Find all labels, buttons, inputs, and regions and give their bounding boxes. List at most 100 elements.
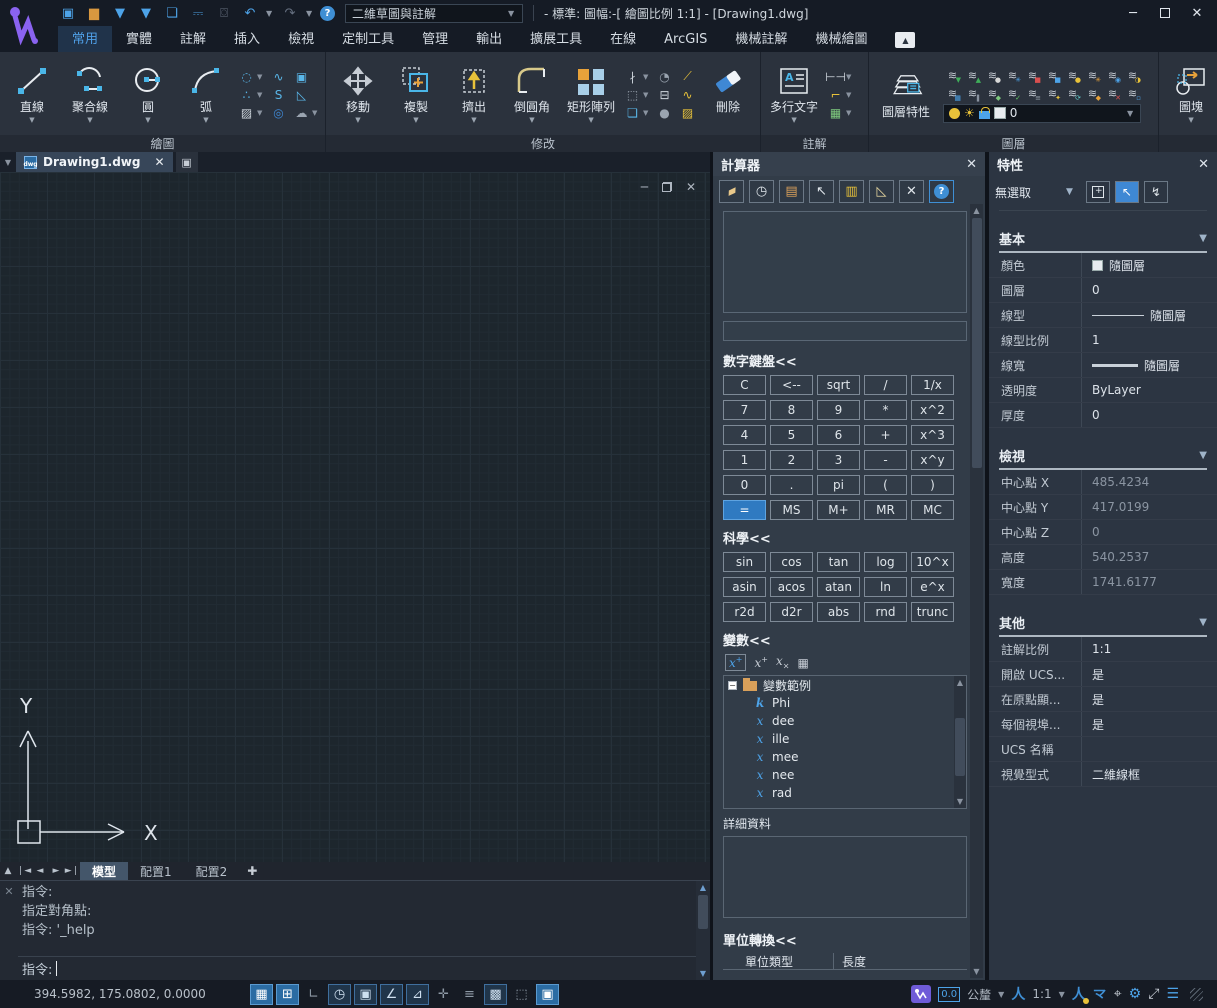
- calc-key-minus[interactable]: -: [864, 450, 907, 470]
- quick-select-button[interactable]: ↯: [1144, 181, 1168, 203]
- layer-tool-icon[interactable]: ≋✓: [1003, 85, 1022, 102]
- calc-key-1[interactable]: 1: [723, 450, 766, 470]
- open-folder-icon[interactable]: ▆: [84, 4, 104, 22]
- layer-tool-icon[interactable]: ≋▼: [943, 67, 962, 84]
- point-icon[interactable]: ∴: [238, 87, 255, 102]
- command-close-icon[interactable]: ✕: [0, 881, 18, 980]
- calc-key-inverse[interactable]: 1/x: [911, 375, 954, 395]
- prop-row-height[interactable]: 高度 540.2537: [989, 545, 1217, 570]
- calc-key-rnd[interactable]: rnd: [864, 602, 907, 622]
- tab-model[interactable]: 模型: [80, 862, 128, 880]
- layer-tool-icon[interactable]: ≋❚: [963, 85, 982, 102]
- variables-header[interactable]: 變數<<: [723, 630, 967, 649]
- grid-display-toggle-icon[interactable]: ▦: [250, 984, 273, 1005]
- command-scrollbar[interactable]: ▲ ▼: [696, 881, 710, 980]
- arc-button[interactable]: 弧▼: [180, 64, 232, 125]
- new-layout-icon[interactable]: ✚: [239, 862, 265, 880]
- calc-key-abs[interactable]: abs: [817, 602, 860, 622]
- calculator-close-icon[interactable]: ✕: [966, 157, 977, 172]
- copy-button[interactable]: 複製▼: [390, 64, 442, 125]
- prop-row-center-z[interactable]: 中心點 Z 0: [989, 520, 1217, 545]
- dynamic-input-toggle-icon[interactable]: ✛: [432, 984, 455, 1005]
- variable-row[interactable]: xmee: [724, 748, 966, 766]
- calc-key-4[interactable]: 4: [723, 425, 766, 445]
- section-misc-header[interactable]: 其他 ▼: [999, 613, 1207, 637]
- variable-row[interactable]: xnee: [724, 766, 966, 784]
- quick-properties-toggle-icon[interactable]: ⬚: [510, 984, 533, 1005]
- layer-tool-icon[interactable]: ≋▦: [943, 85, 962, 102]
- coordinates-display[interactable]: 394.5982, 175.0802, 0.0000: [0, 987, 250, 1001]
- selection-caret-icon[interactable]: ▼: [1066, 187, 1073, 197]
- print-icon[interactable]: ⎓: [188, 4, 208, 22]
- tab-manage[interactable]: 管理: [408, 24, 462, 52]
- caret-icon[interactable]: ▼: [846, 109, 853, 117]
- prop-row-layer[interactable]: 圖層 0: [989, 278, 1217, 303]
- variable-row[interactable]: xille: [724, 730, 966, 748]
- annotation-autoscale-icon[interactable]: 龴: [1093, 984, 1107, 1004]
- collapse-node-icon[interactable]: −: [728, 681, 737, 690]
- last-layout-icon[interactable]: ►❘: [64, 862, 80, 880]
- undo-icon[interactable]: ↶: [240, 4, 260, 22]
- copy-sheets-icon[interactable]: ❏: [162, 4, 182, 22]
- layer-tool-icon[interactable]: ≋✳: [1083, 67, 1102, 84]
- calculator-history-display[interactable]: [723, 211, 967, 313]
- erase-button[interactable]: 刪除: [702, 64, 754, 125]
- scroll-thumb[interactable]: [698, 895, 708, 929]
- layer-tool-icon[interactable]: ≋⟳: [1063, 85, 1082, 102]
- measure-distance-icon[interactable]: ▥: [839, 180, 864, 203]
- doc-close-icon[interactable]: ✕: [686, 180, 696, 194]
- prop-row-linetype-scale[interactable]: 線型比例 1: [989, 328, 1217, 353]
- delete-variable-icon[interactable]: x×: [776, 654, 789, 670]
- scroll-down-icon[interactable]: ▼: [954, 795, 966, 808]
- resize-grip[interactable]: [1190, 988, 1203, 1001]
- join-icon[interactable]: ◔: [656, 69, 673, 84]
- calc-key-2[interactable]: 2: [770, 450, 813, 470]
- drawing-units-label[interactable]: 公釐: [967, 986, 991, 1003]
- prop-row-center-x[interactable]: 中心點 X 485.4234: [989, 470, 1217, 495]
- tab-mech-draw[interactable]: 機械繪圖: [801, 24, 881, 52]
- calc-key-10x[interactable]: 10^x: [911, 552, 954, 572]
- tab-layout2[interactable]: 配置2: [184, 862, 240, 880]
- annotation-visibility-icon[interactable]: 人: [1072, 984, 1086, 1004]
- minimize-button[interactable]: ─: [1119, 3, 1147, 23]
- calc-key-0[interactable]: 0: [723, 475, 766, 495]
- unit-length-column[interactable]: 長度: [833, 953, 967, 970]
- panel-modify-label[interactable]: 修改: [326, 135, 760, 152]
- calc-key-cube[interactable]: x^3: [911, 425, 954, 445]
- calc-key-C[interactable]: C: [723, 375, 766, 395]
- dimension-icon[interactable]: ⊢⊣: [827, 69, 844, 84]
- chevron-down-icon[interactable]: ▼: [1199, 233, 1207, 244]
- calc-key-MR[interactable]: MR: [864, 500, 907, 520]
- clear-icon[interactable]: ▰: [719, 180, 744, 203]
- calc-key-decimal[interactable]: .: [770, 475, 813, 495]
- polyline-button[interactable]: 聚合線▼: [64, 64, 116, 125]
- command-line-area[interactable]: ✕ 指令:指定對角點:指令: '_help 指令: ▲ ▼: [0, 880, 710, 980]
- layer-tool-icon[interactable]: ≋◆: [1083, 85, 1102, 102]
- units-caret-icon[interactable]: ▼: [998, 990, 1004, 999]
- get-coordinates-icon[interactable]: ↖: [809, 180, 834, 203]
- circle-button[interactable]: 圓▼: [122, 64, 174, 125]
- tab-arcgis[interactable]: ArcGIS: [650, 28, 721, 52]
- tab-layout1[interactable]: 配置1: [128, 862, 184, 880]
- units-header[interactable]: 單位轉換<<: [723, 930, 967, 949]
- object-snap-tracking-toggle-icon[interactable]: ⊿: [406, 984, 429, 1005]
- calc-key-acos[interactable]: acos: [770, 577, 813, 597]
- helix-icon[interactable]: S: [270, 87, 287, 102]
- align-icon[interactable]: ⊟: [656, 87, 673, 102]
- toggle-pickadd-button[interactable]: [1086, 181, 1110, 203]
- chevron-down-icon[interactable]: ▼: [1199, 617, 1207, 628]
- ribbon-collapse-icon[interactable]: ▲: [895, 32, 915, 48]
- hatch-icon[interactable]: ▨: [238, 105, 255, 120]
- snap-mode-toggle-icon[interactable]: ⊞: [276, 984, 299, 1005]
- calc-key-d2r[interactable]: d2r: [770, 602, 813, 622]
- block-button[interactable]: 圖塊▼: [1165, 64, 1217, 125]
- undo-caret-icon[interactable]: ▼: [266, 9, 274, 18]
- settings-gear-icon[interactable]: ⚙: [1129, 986, 1142, 1002]
- tab-express-tools[interactable]: 擴展工具: [516, 24, 596, 52]
- fullscreen-icon[interactable]: ⤢: [1148, 986, 1159, 1002]
- properties-close-icon[interactable]: ✕: [1198, 157, 1209, 172]
- calc-key-backspace[interactable]: <--: [770, 375, 813, 395]
- layer-properties-button[interactable]: 圖層特性: [875, 69, 937, 121]
- wipeout-icon[interactable]: ◺: [293, 87, 310, 102]
- customization-menu-icon[interactable]: ☰: [1166, 986, 1179, 1002]
